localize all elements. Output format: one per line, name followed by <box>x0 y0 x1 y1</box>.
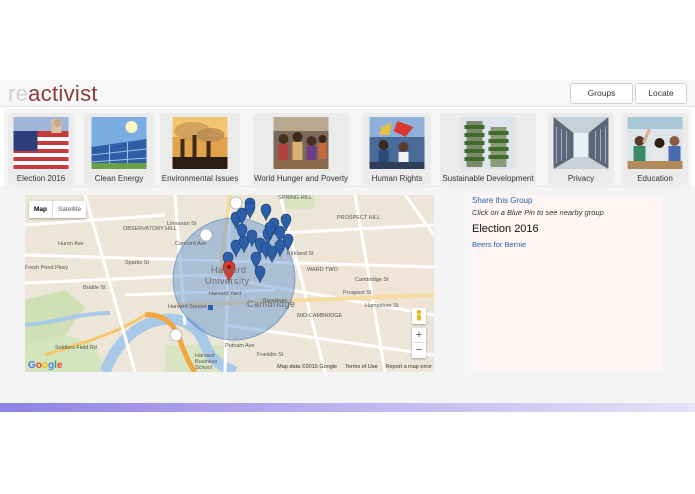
map-label-ward-two: WARD TWO <box>307 267 338 273</box>
share-group-link[interactable]: Share this Group <box>472 196 661 205</box>
map-label-putnam-ave: Putnam Ave <box>225 343 255 349</box>
groups-nearby-button[interactable]: Groups nearby <box>570 83 633 117</box>
zoom-control: + − <box>412 328 426 358</box>
map-data-credit: Map data ©2015 Google <box>277 364 338 370</box>
solar-panel-image <box>91 117 147 169</box>
category-sustainable-development[interactable]: Sustainable Development <box>440 113 536 185</box>
map-attribution: Map data ©2015 Google Terms of Use Repor… <box>277 364 432 370</box>
map-label-franklin-st: Franklin St <box>257 352 284 358</box>
report-map-error-link[interactable]: Report a map error <box>386 364 432 370</box>
category-label: Education <box>637 174 673 183</box>
map-label-harvard: Harvard <box>211 265 247 275</box>
category-world-hunger[interactable]: World Hunger and Poverty <box>253 113 349 185</box>
brand-suffix: activist <box>28 81 98 106</box>
street-view-pegman-icon[interactable] <box>412 308 426 324</box>
zoom-in-button[interactable]: + <box>412 328 426 343</box>
brand-prefix: re <box>8 81 29 106</box>
category-election-2016[interactable]: Election 2016 <box>8 113 74 185</box>
category-label: Environmental Issues <box>161 174 239 183</box>
map-label-cambridge: Cambridge <box>247 299 296 309</box>
map-label-cambridge-st: Cambridge St <box>355 277 389 283</box>
category-label: Sustainable Development <box>442 174 534 183</box>
google-map[interactable]: OBSERVATORY HILL SPRING HILL PROSPECT HI… <box>25 195 434 372</box>
map-label-soldiers-field-rd: Soldiers Field Rd <box>55 345 97 351</box>
map-label-university: University <box>205 276 250 286</box>
map-label-hbs: Harvard Business School <box>195 353 218 371</box>
map-type-satellite-button[interactable]: Satellite <box>52 201 86 218</box>
page: reactivist Groups nearby Locate Me! Elec… <box>0 0 695 494</box>
protest-image <box>369 117 425 169</box>
category-label: Privacy <box>567 174 595 183</box>
category-label: Clean Energy <box>94 174 144 183</box>
map-type-map-button[interactable]: Map <box>29 201 52 218</box>
green-towers-image <box>460 117 516 169</box>
navbar: reactivist Groups nearby Locate Me! <box>0 80 695 117</box>
map-label-harvard-square: Harvard Square <box>168 304 207 310</box>
map-label-huron-ave: Huron Ave <box>58 241 84 247</box>
category-human-rights[interactable]: Human Rights <box>363 113 431 185</box>
pin-hint-text: Click on a Blue Pin to see nearby group <box>472 208 604 217</box>
classroom-image <box>627 117 683 169</box>
map-label-fresh-pond: Fresh Pond Pkwy <box>25 265 69 271</box>
group-category-title: Election 2016 <box>472 223 539 235</box>
group-link[interactable]: Beers for Bernie <box>472 240 661 249</box>
category-environmental-issues[interactable]: Environmental Issues <box>160 113 240 185</box>
footer-gradient-bar <box>0 403 695 412</box>
map-type-control: Map Satellite <box>29 201 87 218</box>
google-logo[interactable]: Google <box>28 360 62 371</box>
crowd-image <box>273 117 329 169</box>
map-label-linnaean-st: Linnaean St <box>167 221 197 227</box>
map-label-brattle-st: Brattle St <box>83 285 106 291</box>
category-label: Election 2016 <box>16 174 66 183</box>
map-label-concord-ave: Concord Ave <box>175 241 207 247</box>
category-label: World Hunger and Poverty <box>253 174 349 183</box>
category-education[interactable]: Education <box>622 113 688 185</box>
category-strip: Election 2016 Clean Energy Environmental… <box>4 109 691 187</box>
map-label-sparks-st: Sparks St <box>125 260 149 266</box>
zoom-out-button[interactable]: − <box>412 343 426 358</box>
map-label-spring-hill: SPRING HILL <box>278 195 313 201</box>
locate-me-button[interactable]: Locate Me! <box>635 83 687 117</box>
brand-logo[interactable]: reactivist <box>8 81 98 107</box>
factory-smoke-image <box>172 117 228 169</box>
group-sidebar: Share this Group Click on a Blue Pin to … <box>471 195 662 372</box>
map-label-hampshire-st: Hampshire St <box>365 303 399 309</box>
map-label-prospect-hill: PROSPECT HILL <box>337 215 381 221</box>
server-room-image <box>553 117 609 169</box>
category-clean-energy[interactable]: Clean Energy <box>84 113 154 185</box>
map-label-prospect-st: Prospect St <box>343 290 372 296</box>
category-privacy[interactable]: Privacy <box>548 113 614 185</box>
category-label: Human Rights <box>371 174 423 183</box>
terms-of-use-link[interactable]: Terms of Use <box>345 364 377 370</box>
map-label-mid-cambridge: MID-CAMBRIDGE <box>297 313 343 319</box>
main-content: OBSERVATORY HILL SPRING HILL PROSPECT HI… <box>0 187 695 403</box>
map-label-kirkland-st: Kirkland St <box>287 251 314 257</box>
map-label-harvard-yard: Harvard Yard <box>209 291 242 297</box>
flag-image <box>13 117 69 169</box>
